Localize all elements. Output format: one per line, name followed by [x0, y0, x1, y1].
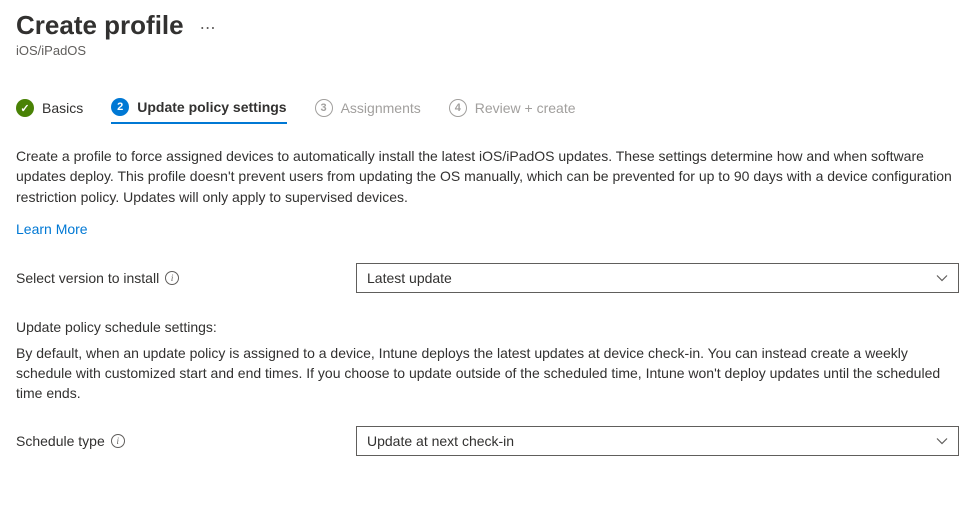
- check-icon: [16, 99, 34, 117]
- version-select-value: Latest update: [367, 270, 452, 286]
- wizard-step-label: Update policy settings: [137, 99, 286, 115]
- version-label: Select version to install: [16, 270, 159, 286]
- schedule-type-label: Schedule type: [16, 433, 105, 449]
- page-title: Create profile: [16, 10, 184, 41]
- info-icon[interactable]: i: [165, 271, 179, 285]
- wizard-step-update-policy[interactable]: 2 Update policy settings: [111, 98, 286, 124]
- wizard-step-basics[interactable]: Basics: [16, 99, 83, 123]
- wizard-step-label: Review + create: [475, 100, 576, 116]
- chevron-down-icon: [936, 437, 948, 445]
- page-subtitle: iOS/iPadOS: [16, 43, 959, 58]
- wizard-step-review[interactable]: 4 Review + create: [449, 99, 576, 123]
- schedule-description: By default, when an update policy is ass…: [16, 343, 959, 404]
- policy-description: Create a profile to force assigned devic…: [16, 146, 959, 207]
- wizard-step-label: Assignments: [341, 100, 421, 116]
- step-number-badge: 3: [315, 99, 333, 117]
- step-number-badge: 4: [449, 99, 467, 117]
- learn-more-link[interactable]: Learn More: [16, 221, 88, 237]
- wizard-step-label: Basics: [42, 100, 83, 116]
- step-number-badge: 2: [111, 98, 129, 116]
- schedule-type-select-value: Update at next check-in: [367, 433, 514, 449]
- more-actions-button[interactable]: ⋯: [200, 18, 218, 38]
- wizard-step-assignments[interactable]: 3 Assignments: [315, 99, 421, 123]
- info-icon[interactable]: i: [111, 434, 125, 448]
- schedule-heading: Update policy schedule settings:: [16, 319, 959, 335]
- wizard-steps: Basics 2 Update policy settings 3 Assign…: [16, 98, 959, 124]
- version-select[interactable]: Latest update: [356, 263, 959, 293]
- schedule-type-select[interactable]: Update at next check-in: [356, 426, 959, 456]
- chevron-down-icon: [936, 274, 948, 282]
